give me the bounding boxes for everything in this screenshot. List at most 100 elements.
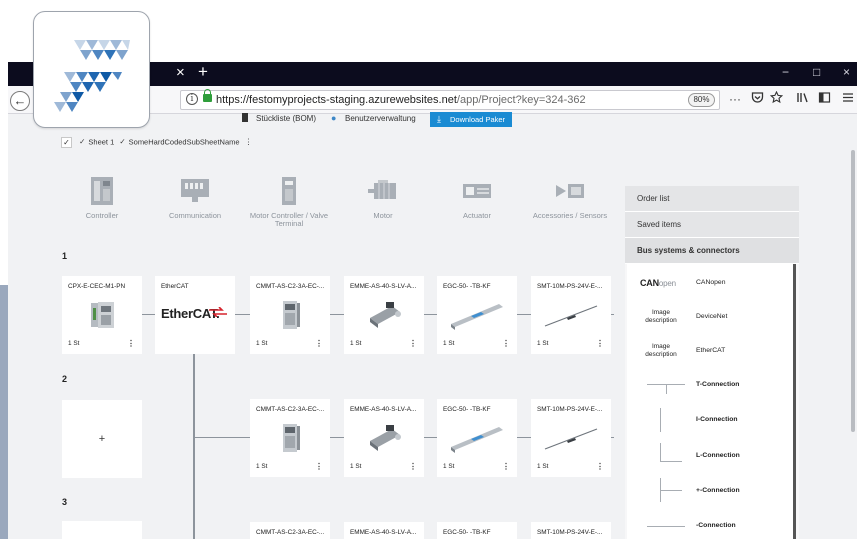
product-card[interactable]: SMT-10M-PS-24V-E-... xyxy=(531,522,611,539)
window-maximize-icon[interactable]: □ xyxy=(813,66,820,78)
user-admin-icon: ● xyxy=(331,113,337,123)
product-title: EMME-AS-40-S-LV-A... xyxy=(350,283,417,290)
sensor-product-image xyxy=(544,305,598,327)
more-options-icon[interactable]: ⋮ xyxy=(409,339,417,348)
product-title: SMT-10M-PS-24V-E-... xyxy=(537,406,603,413)
bus-item-t-connection[interactable]: T-Connection xyxy=(696,381,739,388)
product-quantity: 1 St xyxy=(537,463,549,470)
ethercat-arrow-icon xyxy=(209,307,227,317)
product-title: CMMT-AS-C2-3A-EC-... xyxy=(256,283,325,290)
category-label: Motor Controller / Valve Terminal xyxy=(249,211,329,228)
category-accessories[interactable]: Accessories / Sensors xyxy=(525,175,615,220)
row-number: 2 xyxy=(62,374,68,384)
more-options-icon[interactable]: ⋮ xyxy=(315,462,323,471)
product-card[interactable]: EGC-50- -TB-KF 1 St ⋮ xyxy=(437,399,517,477)
bus-item-ethercat[interactable]: EtherCAT xyxy=(696,347,725,354)
bus-list xyxy=(627,264,795,539)
url-text[interactable]: https://festomyprojects-staging.azureweb… xyxy=(216,94,586,106)
product-quantity: 1 St xyxy=(350,340,362,347)
app-logo xyxy=(33,11,150,128)
straight-connection-icon xyxy=(647,526,685,527)
product-card[interactable]: SMT-10M-PS-24V-E-... 1 St ⋮ xyxy=(531,399,611,477)
more-options-icon[interactable]: ⋮ xyxy=(596,339,604,348)
controller-icon xyxy=(57,175,147,207)
sidebar-toggle-icon[interactable] xyxy=(818,91,831,108)
sheet-1-check-icon: ✓ xyxy=(79,137,86,147)
page-actions-icon[interactable]: ··· xyxy=(729,91,741,107)
pocket-icon[interactable] xyxy=(751,91,764,108)
category-label: Actuator xyxy=(463,211,491,220)
l-connection-icon-foot xyxy=(660,461,682,462)
bus-item-devicenet[interactable]: DeviceNet xyxy=(696,313,727,320)
category-actuator[interactable]: Actuator xyxy=(432,175,522,220)
more-options-icon[interactable]: ⋮ xyxy=(502,339,510,348)
window-close-icon[interactable]: × xyxy=(843,66,850,78)
category-controller[interactable]: Controller xyxy=(57,175,147,220)
product-card[interactable]: EtherCAT EtherCAT. xyxy=(155,276,235,354)
product-quantity: 1 St xyxy=(68,340,80,347)
sheet-2-tab[interactable]: SomeHardCodedSubSheetName xyxy=(129,137,240,146)
more-options-icon[interactable]: ⋮ xyxy=(409,462,417,471)
download-button[interactable]: Download Paker xyxy=(430,112,512,127)
product-card[interactable]: EGC-50- -TB-KF 1 St ⋮ xyxy=(437,276,517,354)
product-card[interactable]: EMME-AS-40-S-LV-A... xyxy=(344,522,424,539)
bus-item-plus-connection[interactable]: +-Connection xyxy=(696,487,740,494)
tab-order-list[interactable]: Order list xyxy=(625,186,799,212)
product-card[interactable]: CPX-E-CEC-M1-PN 1 St ⋮ xyxy=(62,276,142,354)
plus-connection-icon-arm xyxy=(660,490,682,491)
product-card[interactable]: EMME-AS-40-S-LV-A... 1 St ⋮ xyxy=(344,276,424,354)
category-motor-controller[interactable]: Motor Controller / Valve Terminal xyxy=(244,175,334,228)
sheet-menu-icon[interactable]: ⋮ xyxy=(245,137,253,146)
actuator-product-image xyxy=(451,304,503,330)
product-card[interactable]: SMT-10M-PS-24V-E-... 1 St ⋮ xyxy=(531,276,611,354)
product-title: CMMT-AS-C2-3A-EC-... xyxy=(256,529,325,536)
category-communication[interactable]: Communication xyxy=(150,175,240,220)
product-title: EGC-50- -TB-KF xyxy=(443,283,491,290)
tab-saved-items[interactable]: Saved items xyxy=(625,212,799,238)
more-options-icon[interactable]: ⋮ xyxy=(502,462,510,471)
back-arrow-icon[interactable]: ← xyxy=(10,91,30,111)
bus-item-i-connection[interactable]: I-Connection xyxy=(696,416,738,423)
canopen-logo-bold: CAN xyxy=(640,278,659,288)
product-title: SMT-10M-PS-24V-E-... xyxy=(537,283,603,290)
category-label: Controller xyxy=(85,211,119,220)
bom-link[interactable]: Stückliste (BOM) xyxy=(256,114,316,123)
tab-close-icon[interactable]: × xyxy=(176,65,185,81)
user-admin-link[interactable]: Benutzerverwaltung xyxy=(345,114,416,123)
window-minimize-icon[interactable]: − xyxy=(782,66,789,78)
motor-controller-product-image xyxy=(283,424,300,452)
more-options-icon[interactable]: ⋮ xyxy=(315,339,323,348)
tab-bus-systems[interactable]: Bus systems & connectors xyxy=(625,238,799,264)
product-title: EGC-50- -TB-KF xyxy=(443,406,491,413)
add-controller-button[interactable]: + xyxy=(62,400,142,478)
canopen-logo: CANopen xyxy=(640,278,676,288)
product-quantity: 1 St xyxy=(350,463,362,470)
product-card[interactable]: EGC-50- -TB-KF xyxy=(437,522,517,539)
row-3-add-card[interactable] xyxy=(62,521,142,539)
more-options-icon[interactable]: ⋮ xyxy=(596,462,604,471)
more-options-icon[interactable]: ⋮ xyxy=(127,339,135,348)
sheet-all-checkbox[interactable]: ✓ xyxy=(61,137,72,148)
bus-list-scrollbar[interactable] xyxy=(793,264,796,539)
canopen-logo-light: open xyxy=(658,279,676,288)
bus-item-connection[interactable]: -Connection xyxy=(696,522,736,529)
new-tab-icon[interactable]: + xyxy=(198,63,208,81)
url-path: /app/Project?key=324-362 xyxy=(456,94,586,106)
bus-item-l-connection[interactable]: L-Connection xyxy=(696,452,740,459)
page-scrollbar[interactable] xyxy=(851,150,855,432)
product-card[interactable]: CMMT-AS-C2-3A-EC-... xyxy=(250,522,330,539)
url-host: https://festomyprojects-staging.azureweb… xyxy=(216,94,457,106)
info-icon[interactable]: i xyxy=(186,93,198,105)
product-card[interactable]: CMMT-AS-C2-3A-EC-... 1 St ⋮ xyxy=(250,399,330,477)
category-motor[interactable]: Motor xyxy=(338,175,428,220)
sheet-1-tab[interactable]: Sheet 1 xyxy=(88,137,114,146)
hamburger-menu-icon[interactable] xyxy=(842,91,854,108)
zoom-level[interactable]: 80% xyxy=(688,93,715,107)
controller-product-image xyxy=(91,302,114,328)
bookmark-star-icon[interactable] xyxy=(769,90,784,108)
bus-item-canopen[interactable]: CANopen xyxy=(696,279,725,286)
bus-connector xyxy=(193,354,195,539)
library-icon[interactable] xyxy=(796,91,809,108)
product-card[interactable]: EMME-AS-40-S-LV-A... 1 St ⋮ xyxy=(344,399,424,477)
product-card[interactable]: CMMT-AS-C2-3A-EC-... 1 St ⋮ xyxy=(250,276,330,354)
